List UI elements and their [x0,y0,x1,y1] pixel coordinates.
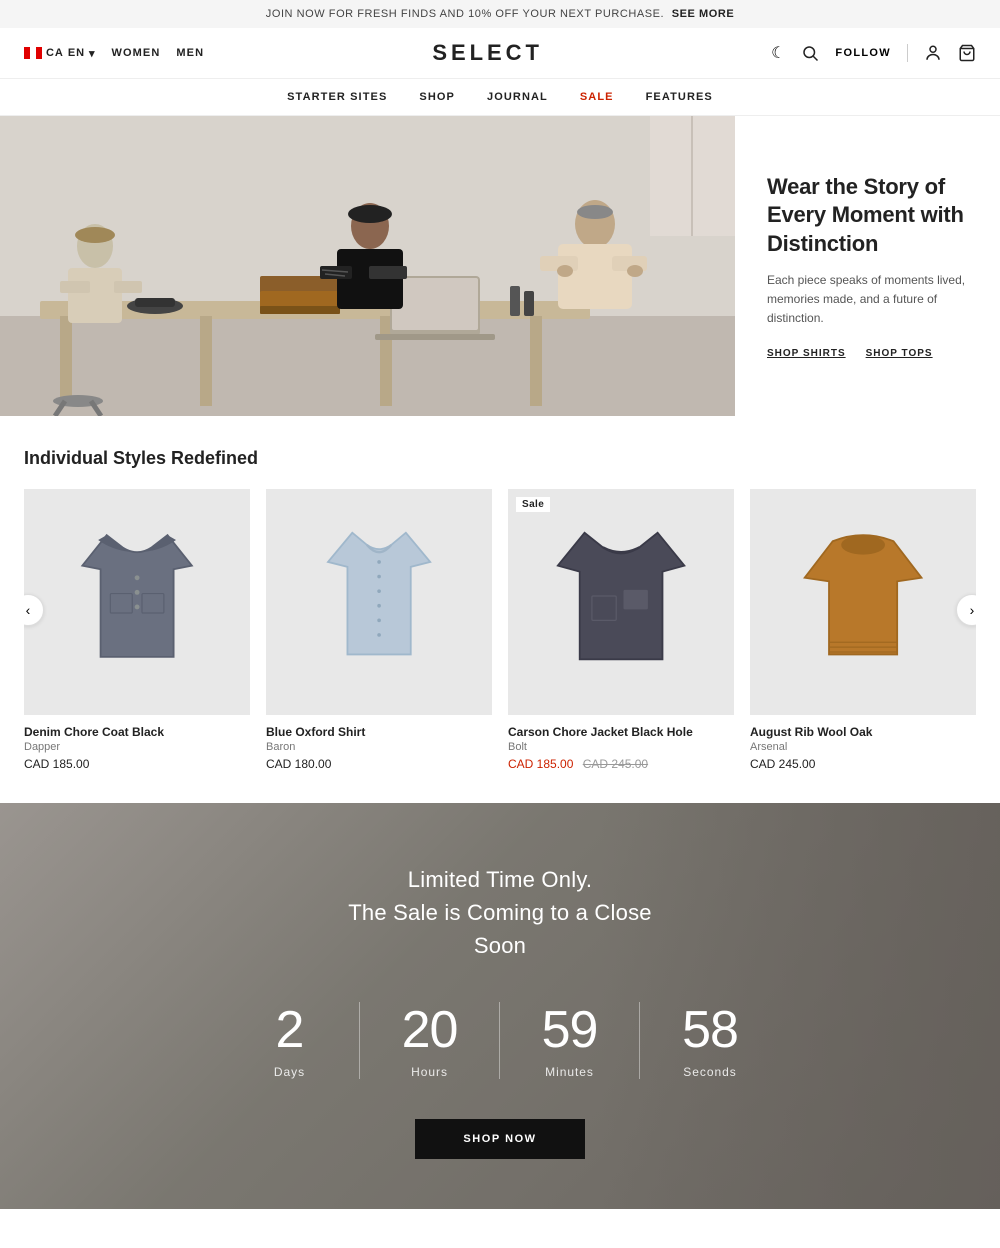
cart-icon [958,44,976,62]
country-code: CA [46,47,64,59]
nav-shop[interactable]: SHOP [419,91,455,103]
header: CA EN ▾ WOMEN MEN SELECT ☾ FOLLOW [0,28,1000,79]
products-title: Individual Styles Redefined [24,448,976,469]
cart-button[interactable] [958,44,976,62]
top-banner: JOIN NOW FOR FRESH FINDS AND 10% OFF YOU… [0,0,1000,28]
account-button[interactable] [924,44,942,62]
product-2-svg [300,523,458,681]
language-code: EN [68,47,85,59]
nav-sale[interactable]: SALE [580,91,614,103]
hero-body: Each piece speaks of moments lived, memo… [767,271,968,329]
product-name: Blue Oxford Shirt [266,725,492,739]
header-divider [907,44,908,62]
countdown-section: Limited Time Only. The Sale is Coming to… [0,803,1000,1209]
products-grid: Denim Chore Coat Black Dapper CAD 185.00 [24,489,976,771]
product-name: August Rib Wool Oak [750,725,976,739]
search-icon [801,44,819,62]
product-name: Denim Chore Coat Black [24,725,250,739]
hero-section: Wear the Story of Every Moment with Dist… [0,116,1000,416]
shop-tops-link[interactable]: SHOP TOPS [866,348,933,359]
product-4-svg [784,523,942,681]
hero-image [0,116,735,416]
timer-hours: 20 Hours [360,1002,500,1079]
product-price: CAD 185.00 [24,757,250,771]
header-left: CA EN ▾ WOMEN MEN [24,47,204,60]
original-price: CAD 245.00 [583,757,648,771]
hours-number: 20 [402,1002,458,1059]
follow-button[interactable]: FOLLOW [835,47,891,59]
sale-price: CAD 185.00 [508,757,573,771]
product-card[interactable]: Denim Chore Coat Black Dapper CAD 185.00 [24,489,250,771]
shop-now-button[interactable]: SHOP NOW [415,1119,584,1159]
nav-women[interactable]: WOMEN [112,47,161,59]
product-card[interactable]: August Rib Wool Oak Arsenal CAD 245.00 [750,489,976,771]
product-image: Sale [508,489,734,715]
minutes-label: Minutes [545,1065,594,1079]
product-3-svg [542,523,700,681]
flag-ca-icon [24,47,42,59]
products-section: Individual Styles Redefined ‹ [0,416,1000,803]
locale-selector[interactable]: CA EN ▾ [24,47,96,60]
product-name: Carson Chore Jacket Black Hole [508,725,734,739]
nav-men[interactable]: MEN [176,47,204,59]
minutes-number: 59 [542,1002,598,1059]
shop-shirts-link[interactable]: SHOP SHIRTS [767,348,846,359]
nav-features[interactable]: FEATURES [646,91,713,103]
countdown-line3: Soon [474,933,526,958]
sale-badge: Sale [516,497,550,512]
hero-links: SHOP SHIRTS SHOP TOPS [767,348,968,359]
product-1-svg [58,523,216,681]
product-price: CAD 180.00 [266,757,492,771]
product-image [750,489,976,715]
days-number: 2 [276,1002,304,1059]
countdown-heading: Limited Time Only. The Sale is Coming to… [24,863,976,962]
hero-image-container [0,116,735,416]
days-label: Days [274,1065,305,1079]
header-right: ☾ FOLLOW [771,43,976,63]
hours-label: Hours [411,1065,448,1079]
seconds-label: Seconds [683,1065,736,1079]
banner-link[interactable]: SEE MORE [672,8,734,20]
timer-seconds: 58 Seconds [640,1002,780,1079]
product-brand: Dapper [24,741,250,753]
search-button[interactable] [801,44,819,62]
product-image [266,489,492,715]
timer-days: 2 Days [220,1002,360,1079]
products-carousel: ‹ Denim Chore C [24,489,976,771]
product-card[interactable]: Sale Carson Chore Jacket Black Hole Bolt… [508,489,734,771]
main-nav: STARTER SITES SHOP JOURNAL SALE FEATURES [0,79,1000,116]
product-card[interactable]: Blue Oxford Shirt Baron CAD 180.00 [266,489,492,771]
countdown-line1: Limited Time Only. [408,867,593,892]
countdown-timer: 2 Days 20 Hours 59 Minutes 58 Seconds [24,1002,976,1079]
nav-starter-sites[interactable]: STARTER SITES [287,91,387,103]
hero-text: Wear the Story of Every Moment with Dist… [767,157,976,375]
countdown-content: Limited Time Only. The Sale is Coming to… [24,863,976,1159]
nav-journal[interactable]: JOURNAL [487,91,548,103]
product-brand: Baron [266,741,492,753]
product-image [24,489,250,715]
timer-minutes: 59 Minutes [500,1002,640,1079]
banner-text: JOIN NOW FOR FRESH FINDS AND 10% OFF YOU… [266,8,664,20]
product-price: CAD 185.00 CAD 245.00 [508,757,734,771]
product-brand: Arsenal [750,741,976,753]
countdown-line2: The Sale is Coming to a Close [348,900,652,925]
account-icon [924,44,942,62]
product-brand: Bolt [508,741,734,753]
seconds-number: 58 [682,1002,738,1059]
site-logo: SELECT [204,40,771,66]
product-price: CAD 245.00 [750,757,976,771]
hero-image-svg [0,116,735,416]
hero-heading: Wear the Story of Every Moment with Dist… [767,173,968,259]
chevron-down-icon: ▾ [89,47,95,60]
dark-mode-toggle[interactable]: ☾ [771,43,785,63]
